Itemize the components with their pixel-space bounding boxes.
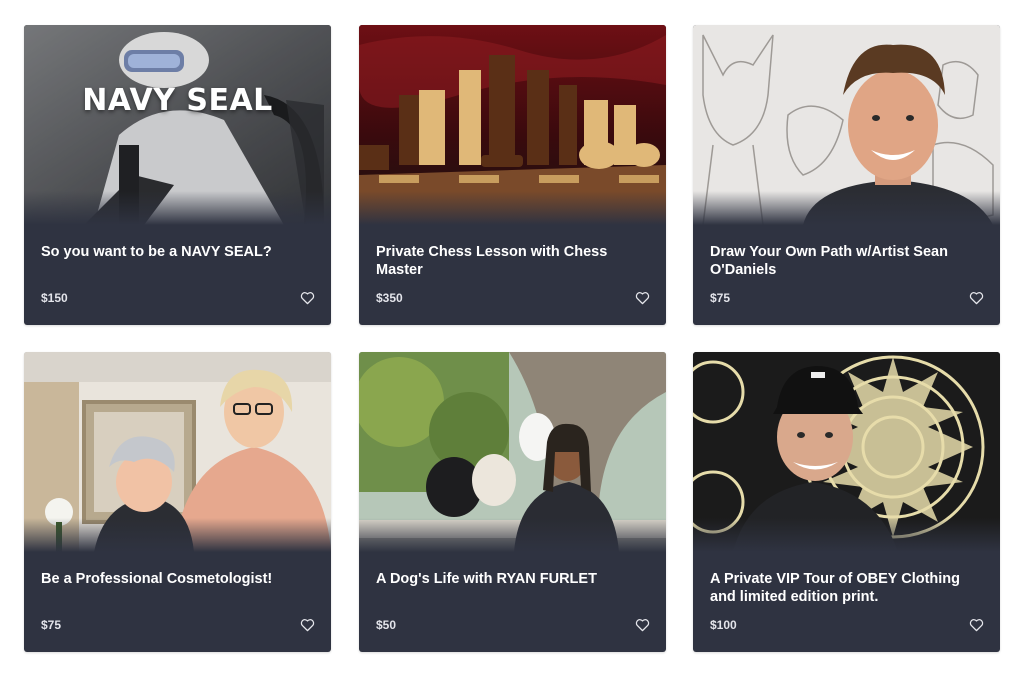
card-price: $50 xyxy=(376,618,397,632)
heart-outline-icon[interactable] xyxy=(969,618,984,632)
card-title[interactable]: A Private VIP Tour of OBEY Clothing and … xyxy=(710,571,980,606)
heart-outline-icon[interactable] xyxy=(300,618,315,632)
experience-card-chess[interactable]: Private Chess Lesson with Chess Master $… xyxy=(359,25,666,325)
experience-card-cosmetologist[interactable]: Be a Professional Cosmetologist! $75 xyxy=(24,352,331,652)
heart-outline-icon[interactable] xyxy=(635,291,650,305)
heart-outline-icon[interactable] xyxy=(969,291,984,305)
card-image xyxy=(24,352,331,552)
card-image xyxy=(693,352,1000,552)
card-title[interactable]: Draw Your Own Path w/Artist Sean O'Danie… xyxy=(710,244,980,279)
card-price: $75 xyxy=(41,618,62,632)
heart-outline-icon[interactable] xyxy=(300,291,315,305)
heart-outline-icon[interactable] xyxy=(635,618,650,632)
card-price: $150 xyxy=(41,291,68,305)
card-image: NAVY SEAL xyxy=(24,25,331,225)
card-title[interactable]: A Dog's Life with RYAN FURLET xyxy=(376,571,646,589)
experience-card-dogs[interactable]: A Dog's Life with RYAN FURLET $50 xyxy=(359,352,666,652)
card-price: $350 xyxy=(376,291,403,305)
card-title[interactable]: So you want to be a NAVY SEAL? xyxy=(41,244,311,262)
image-caption: NAVY SEAL xyxy=(82,83,273,118)
card-price: $100 xyxy=(710,618,737,632)
experience-card-artist[interactable]: Draw Your Own Path w/Artist Sean O'Danie… xyxy=(693,25,1000,325)
card-image xyxy=(359,25,666,225)
experience-grid: NAVY SEAL So you want to be a NAVY SEAL?… xyxy=(0,0,1024,675)
card-image xyxy=(359,352,666,552)
card-title[interactable]: Be a Professional Cosmetologist! xyxy=(41,571,311,589)
experience-card-navy-seal[interactable]: NAVY SEAL So you want to be a NAVY SEAL?… xyxy=(24,25,331,325)
card-image xyxy=(693,25,1000,225)
card-price: $75 xyxy=(710,291,731,305)
card-title[interactable]: Private Chess Lesson with Chess Master xyxy=(376,244,646,279)
experience-card-obey[interactable]: A Private VIP Tour of OBEY Clothing and … xyxy=(693,352,1000,652)
